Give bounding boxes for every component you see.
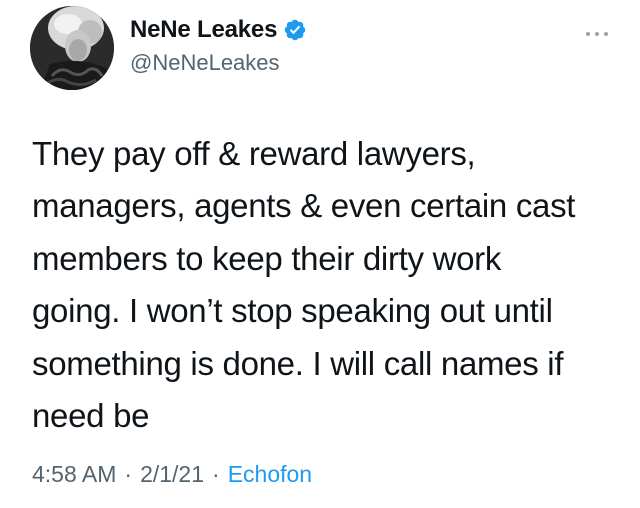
name-row: NeNe Leakes [130,16,307,44]
separator: · [124,461,133,487]
verified-badge-icon [283,18,307,42]
avatar[interactable] [30,6,114,90]
tweet-time[interactable]: 4:58 AM [32,461,116,488]
profile-photo-icon [30,6,114,90]
tweet-card: NeNe Leakes @NeNeLeakes They pay off & r… [0,0,640,508]
separator: · [212,461,220,487]
tweet-metadata: 4:58 AM · 2/1/21 · Echofon [32,461,312,488]
user-handle[interactable]: @NeNeLeakes [130,50,280,76]
tweet-text: They pay off & reward lawyers, managers,… [32,135,576,435]
tweet-date[interactable]: 2/1/21 [140,461,204,488]
display-name[interactable]: NeNe Leakes [130,16,277,44]
more-options-icon[interactable] [584,26,610,36]
tweet-source-link[interactable]: Echofon [228,461,312,488]
